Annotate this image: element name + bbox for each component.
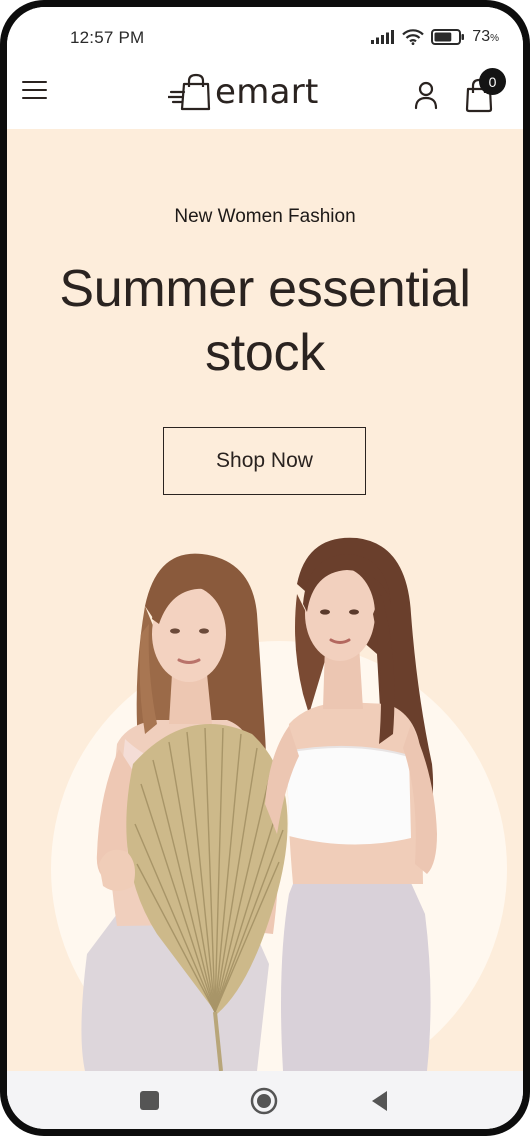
- hero-banner: New Women Fashion Summer essential stock…: [7, 129, 523, 1071]
- hero-title-line2: stock: [205, 324, 325, 382]
- hero-subtitle: New Women Fashion: [174, 206, 356, 227]
- user-icon: [414, 81, 438, 110]
- screen: 12:57 PM 73% emart 0 New Women Fashion S…: [7, 7, 523, 1129]
- logo-bag-icon: [168, 73, 211, 111]
- menu-icon: [22, 81, 47, 83]
- wifi-icon: [402, 29, 425, 45]
- menu-button[interactable]: [22, 75, 52, 105]
- status-time: 12:57 PM: [70, 28, 145, 47]
- home-circle-icon: [250, 1087, 278, 1115]
- back-triangle-icon: [372, 1091, 387, 1111]
- hero-title: Summer essential stock: [7, 257, 523, 385]
- app-header: emart 0: [7, 57, 523, 129]
- brand-name: emart: [215, 72, 319, 112]
- shop-now-button[interactable]: Shop Now: [163, 427, 366, 495]
- phone-frame: 12:57 PM 73% emart 0 New Women Fashion S…: [0, 0, 530, 1136]
- status-icons: 73%: [371, 27, 499, 47]
- battery-icon: [431, 29, 465, 45]
- two-models-image: [51, 537, 507, 1071]
- brand-logo[interactable]: emart: [168, 71, 319, 113]
- battery-percent: 73%: [472, 28, 499, 45]
- recents-button[interactable]: [136, 1087, 164, 1115]
- status-bar: 12:57 PM 73%: [7, 7, 523, 57]
- system-nav-bar: [7, 1071, 523, 1129]
- cart-count-badge: 0: [479, 68, 506, 95]
- signal-icon: [371, 30, 395, 44]
- recents-square-icon: [140, 1091, 159, 1110]
- back-button[interactable]: [366, 1087, 394, 1115]
- home-button[interactable]: [250, 1087, 278, 1115]
- account-button[interactable]: [411, 79, 441, 111]
- hero-title-line1: Summer essential: [59, 260, 471, 318]
